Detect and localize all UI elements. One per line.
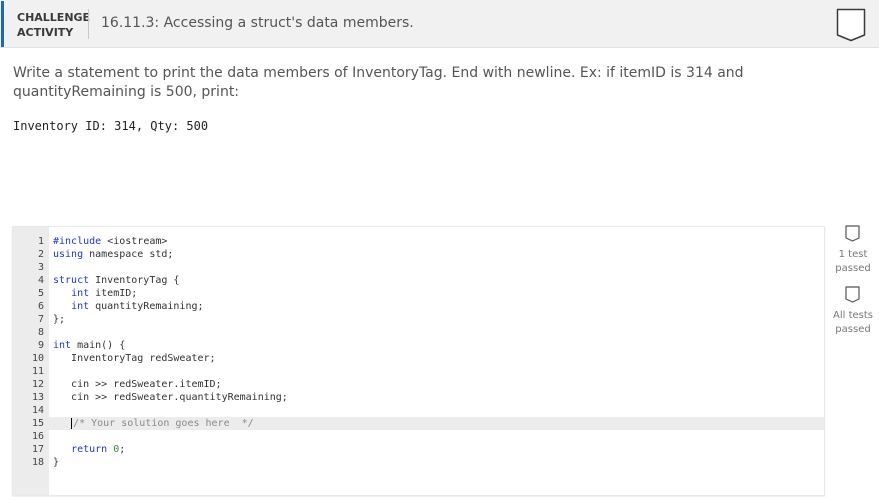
checkbox-icon xyxy=(845,286,860,303)
code-text[interactable]: cin >> redSweater.itemID; xyxy=(49,378,222,391)
line-number: 4 xyxy=(37,275,44,286)
code-line[interactable]: 1 #include <iostream> xyxy=(13,235,824,248)
line-number: 2 xyxy=(37,249,44,260)
code-line[interactable]: 10 InventoryTag redSweater; xyxy=(13,352,824,365)
code-text[interactable]: cin >> redSweater.quantityRemaining; xyxy=(49,391,288,404)
line-number: 9 xyxy=(37,340,44,351)
line-number: 1 xyxy=(37,236,44,247)
code-line[interactable]: 12 cin >> redSweater.itemID; xyxy=(13,378,824,391)
line-number: 11 xyxy=(31,366,44,377)
code-text[interactable]: } xyxy=(49,456,59,469)
activity-header: CHALLENGE ACTIVITY 16.11.3: Accessing a … xyxy=(0,0,879,48)
header-accent-bar xyxy=(1,1,4,47)
test-status-all: All tests passed xyxy=(829,309,877,337)
bookmark-icon[interactable] xyxy=(836,8,866,42)
line-number: 12 xyxy=(31,379,44,390)
challenge-activity-label: CHALLENGE ACTIVITY xyxy=(17,10,90,40)
code-line[interactable]: 9 int main() { xyxy=(13,339,824,352)
line-number: 13 xyxy=(31,392,44,403)
code-line[interactable]: 16 xyxy=(13,430,824,443)
code-line[interactable]: 8 xyxy=(13,326,824,339)
code-text[interactable]: struct InventoryTag { xyxy=(49,274,179,287)
code-line[interactable]: 18} xyxy=(13,456,824,469)
code-lines[interactable]: 1 #include <iostream> 2 using namespace std… xyxy=(13,235,824,469)
line-number: 7 xyxy=(37,314,44,325)
line-number: 16 xyxy=(31,431,44,442)
code-text[interactable]: return 0; xyxy=(49,443,125,456)
code-line[interactable]: 2 using namespace std; xyxy=(13,248,824,261)
prompt-text: Write a statement to print the data memb… xyxy=(13,65,744,100)
code-line[interactable]: 6 int quantityRemaining; xyxy=(13,300,824,313)
line-number: 14 xyxy=(31,405,44,416)
code-line[interactable]: 13 cin >> redSweater.quantityRemaining; xyxy=(13,391,824,404)
code-text[interactable]: InventoryTag redSweater; xyxy=(49,352,216,365)
challenge-activity-page: CHALLENGE ACTIVITY 16.11.3: Accessing a … xyxy=(0,0,879,497)
code-text[interactable]: /* Your solution goes here */ xyxy=(49,417,254,430)
code-text[interactable]: int quantityRemaining; xyxy=(49,300,203,313)
line-number: 8 xyxy=(37,327,44,338)
code-line[interactable]: 11 xyxy=(13,365,824,378)
header-divider xyxy=(88,9,89,39)
challenge-label-line1: CHALLENGE xyxy=(17,11,91,24)
line-number: 17 xyxy=(31,444,44,455)
test-status-all-line2: passed xyxy=(835,324,871,335)
code-line[interactable]: 14 xyxy=(13,404,824,417)
line-number: 18 xyxy=(31,457,44,468)
line-number: 3 xyxy=(37,262,44,273)
test-status-1-line1: 1 test xyxy=(838,249,868,260)
code-line[interactable]: 15 /* Your solution goes here */ xyxy=(13,417,824,430)
example-output: Inventory ID: 314, Qty: 500 xyxy=(13,119,209,133)
code-line[interactable]: 7}; xyxy=(13,313,824,326)
line-number: 5 xyxy=(37,288,44,299)
code-text[interactable]: }; xyxy=(49,313,65,326)
line-number: 15 xyxy=(31,418,44,429)
test-status-all-line1: All tests xyxy=(833,310,873,321)
code-text[interactable]: #include <iostream> xyxy=(49,235,167,248)
code-line[interactable]: 3 xyxy=(13,261,824,274)
challenge-label-line2: ACTIVITY xyxy=(17,26,74,39)
test-status-1: 1 test passed xyxy=(829,248,877,276)
code-text[interactable]: using namespace std; xyxy=(49,248,173,261)
test-status-1-line2: passed xyxy=(835,263,871,274)
code-editor[interactable]: 1 #include <iostream> 2 using namespace std… xyxy=(12,226,825,496)
code-line[interactable]: 4 struct InventoryTag { xyxy=(13,274,824,287)
code-text[interactable]: int itemID; xyxy=(49,287,137,300)
code-line[interactable]: 5 int itemID; xyxy=(13,287,824,300)
activity-title: 16.11.3: Accessing a struct's data membe… xyxy=(101,15,414,31)
line-number: 10 xyxy=(31,353,44,364)
checkbox-icon xyxy=(845,225,860,242)
code-text[interactable]: int main() { xyxy=(49,339,125,352)
line-number: 6 xyxy=(37,301,44,312)
code-line[interactable]: 17 return 0; xyxy=(13,443,824,456)
